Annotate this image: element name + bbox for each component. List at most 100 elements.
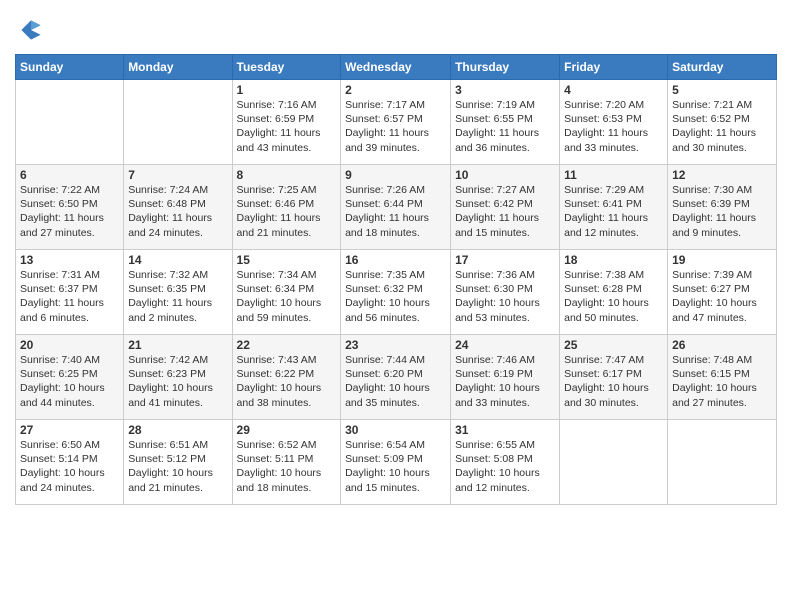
logo	[15, 14, 51, 46]
calendar-cell: 16Sunrise: 7:35 AM Sunset: 6:32 PM Dayli…	[341, 250, 451, 335]
day-info: Sunrise: 7:42 AM Sunset: 6:23 PM Dayligh…	[128, 353, 227, 410]
day-number: 4	[564, 83, 663, 97]
calendar-week-row: 27Sunrise: 6:50 AM Sunset: 5:14 PM Dayli…	[16, 420, 777, 505]
calendar-cell: 27Sunrise: 6:50 AM Sunset: 5:14 PM Dayli…	[16, 420, 124, 505]
day-info: Sunrise: 7:31 AM Sunset: 6:37 PM Dayligh…	[20, 268, 119, 325]
calendar-cell: 25Sunrise: 7:47 AM Sunset: 6:17 PM Dayli…	[560, 335, 668, 420]
calendar-cell: 13Sunrise: 7:31 AM Sunset: 6:37 PM Dayli…	[16, 250, 124, 335]
calendar-cell	[560, 420, 668, 505]
day-info: Sunrise: 7:21 AM Sunset: 6:52 PM Dayligh…	[672, 98, 772, 155]
day-info: Sunrise: 7:48 AM Sunset: 6:15 PM Dayligh…	[672, 353, 772, 410]
day-number: 8	[237, 168, 337, 182]
day-info: Sunrise: 7:38 AM Sunset: 6:28 PM Dayligh…	[564, 268, 663, 325]
calendar-cell: 2Sunrise: 7:17 AM Sunset: 6:57 PM Daylig…	[341, 80, 451, 165]
day-number: 30	[345, 423, 446, 437]
day-number: 5	[672, 83, 772, 97]
day-info: Sunrise: 7:47 AM Sunset: 6:17 PM Dayligh…	[564, 353, 663, 410]
day-info: Sunrise: 7:43 AM Sunset: 6:22 PM Dayligh…	[237, 353, 337, 410]
day-of-week-header: Saturday	[668, 55, 777, 80]
calendar-cell	[668, 420, 777, 505]
day-of-week-header: Monday	[124, 55, 232, 80]
day-info: Sunrise: 6:50 AM Sunset: 5:14 PM Dayligh…	[20, 438, 119, 495]
calendar-cell: 24Sunrise: 7:46 AM Sunset: 6:19 PM Dayli…	[451, 335, 560, 420]
day-number: 26	[672, 338, 772, 352]
day-number: 21	[128, 338, 227, 352]
day-info: Sunrise: 7:26 AM Sunset: 6:44 PM Dayligh…	[345, 183, 446, 240]
day-number: 25	[564, 338, 663, 352]
day-info: Sunrise: 7:44 AM Sunset: 6:20 PM Dayligh…	[345, 353, 446, 410]
day-info: Sunrise: 7:19 AM Sunset: 6:55 PM Dayligh…	[455, 98, 555, 155]
day-number: 29	[237, 423, 337, 437]
day-info: Sunrise: 7:27 AM Sunset: 6:42 PM Dayligh…	[455, 183, 555, 240]
calendar-week-row: 1Sunrise: 7:16 AM Sunset: 6:59 PM Daylig…	[16, 80, 777, 165]
day-info: Sunrise: 7:25 AM Sunset: 6:46 PM Dayligh…	[237, 183, 337, 240]
calendar-cell: 15Sunrise: 7:34 AM Sunset: 6:34 PM Dayli…	[232, 250, 341, 335]
day-number: 23	[345, 338, 446, 352]
calendar-cell: 4Sunrise: 7:20 AM Sunset: 6:53 PM Daylig…	[560, 80, 668, 165]
day-info: Sunrise: 7:32 AM Sunset: 6:35 PM Dayligh…	[128, 268, 227, 325]
header	[15, 10, 777, 46]
day-number: 27	[20, 423, 119, 437]
day-info: Sunrise: 7:22 AM Sunset: 6:50 PM Dayligh…	[20, 183, 119, 240]
calendar-week-row: 13Sunrise: 7:31 AM Sunset: 6:37 PM Dayli…	[16, 250, 777, 335]
day-number: 1	[237, 83, 337, 97]
day-number: 24	[455, 338, 555, 352]
day-number: 18	[564, 253, 663, 267]
day-of-week-header: Sunday	[16, 55, 124, 80]
day-info: Sunrise: 7:36 AM Sunset: 6:30 PM Dayligh…	[455, 268, 555, 325]
calendar-cell: 10Sunrise: 7:27 AM Sunset: 6:42 PM Dayli…	[451, 165, 560, 250]
day-info: Sunrise: 7:35 AM Sunset: 6:32 PM Dayligh…	[345, 268, 446, 325]
day-info: Sunrise: 7:30 AM Sunset: 6:39 PM Dayligh…	[672, 183, 772, 240]
day-info: Sunrise: 7:29 AM Sunset: 6:41 PM Dayligh…	[564, 183, 663, 240]
calendar-cell: 5Sunrise: 7:21 AM Sunset: 6:52 PM Daylig…	[668, 80, 777, 165]
day-number: 3	[455, 83, 555, 97]
calendar-cell: 9Sunrise: 7:26 AM Sunset: 6:44 PM Daylig…	[341, 165, 451, 250]
day-number: 22	[237, 338, 337, 352]
day-number: 2	[345, 83, 446, 97]
day-number: 20	[20, 338, 119, 352]
calendar-cell: 26Sunrise: 7:48 AM Sunset: 6:15 PM Dayli…	[668, 335, 777, 420]
day-info: Sunrise: 7:34 AM Sunset: 6:34 PM Dayligh…	[237, 268, 337, 325]
calendar-header-row: SundayMondayTuesdayWednesdayThursdayFrid…	[16, 55, 777, 80]
calendar-cell: 18Sunrise: 7:38 AM Sunset: 6:28 PM Dayli…	[560, 250, 668, 335]
day-number: 9	[345, 168, 446, 182]
calendar-cell: 29Sunrise: 6:52 AM Sunset: 5:11 PM Dayli…	[232, 420, 341, 505]
day-number: 7	[128, 168, 227, 182]
day-number: 6	[20, 168, 119, 182]
calendar-cell: 28Sunrise: 6:51 AM Sunset: 5:12 PM Dayli…	[124, 420, 232, 505]
logo-icon	[15, 14, 47, 46]
day-number: 28	[128, 423, 227, 437]
day-number: 10	[455, 168, 555, 182]
calendar-cell: 19Sunrise: 7:39 AM Sunset: 6:27 PM Dayli…	[668, 250, 777, 335]
calendar-cell: 21Sunrise: 7:42 AM Sunset: 6:23 PM Dayli…	[124, 335, 232, 420]
day-of-week-header: Wednesday	[341, 55, 451, 80]
calendar-cell: 23Sunrise: 7:44 AM Sunset: 6:20 PM Dayli…	[341, 335, 451, 420]
day-info: Sunrise: 7:16 AM Sunset: 6:59 PM Dayligh…	[237, 98, 337, 155]
calendar-cell: 31Sunrise: 6:55 AM Sunset: 5:08 PM Dayli…	[451, 420, 560, 505]
day-number: 11	[564, 168, 663, 182]
day-info: Sunrise: 7:39 AM Sunset: 6:27 PM Dayligh…	[672, 268, 772, 325]
calendar-cell: 7Sunrise: 7:24 AM Sunset: 6:48 PM Daylig…	[124, 165, 232, 250]
day-number: 16	[345, 253, 446, 267]
calendar-cell: 17Sunrise: 7:36 AM Sunset: 6:30 PM Dayli…	[451, 250, 560, 335]
calendar-cell: 6Sunrise: 7:22 AM Sunset: 6:50 PM Daylig…	[16, 165, 124, 250]
day-info: Sunrise: 7:17 AM Sunset: 6:57 PM Dayligh…	[345, 98, 446, 155]
calendar-cell	[124, 80, 232, 165]
calendar-cell: 8Sunrise: 7:25 AM Sunset: 6:46 PM Daylig…	[232, 165, 341, 250]
day-number: 13	[20, 253, 119, 267]
day-number: 31	[455, 423, 555, 437]
calendar-week-row: 20Sunrise: 7:40 AM Sunset: 6:25 PM Dayli…	[16, 335, 777, 420]
calendar-cell: 3Sunrise: 7:19 AM Sunset: 6:55 PM Daylig…	[451, 80, 560, 165]
calendar-cell: 1Sunrise: 7:16 AM Sunset: 6:59 PM Daylig…	[232, 80, 341, 165]
day-info: Sunrise: 6:55 AM Sunset: 5:08 PM Dayligh…	[455, 438, 555, 495]
calendar-cell	[16, 80, 124, 165]
calendar-week-row: 6Sunrise: 7:22 AM Sunset: 6:50 PM Daylig…	[16, 165, 777, 250]
page: SundayMondayTuesdayWednesdayThursdayFrid…	[0, 0, 792, 612]
calendar-cell: 11Sunrise: 7:29 AM Sunset: 6:41 PM Dayli…	[560, 165, 668, 250]
calendar-cell: 30Sunrise: 6:54 AM Sunset: 5:09 PM Dayli…	[341, 420, 451, 505]
calendar-cell: 22Sunrise: 7:43 AM Sunset: 6:22 PM Dayli…	[232, 335, 341, 420]
day-number: 19	[672, 253, 772, 267]
day-info: Sunrise: 7:40 AM Sunset: 6:25 PM Dayligh…	[20, 353, 119, 410]
calendar-cell: 20Sunrise: 7:40 AM Sunset: 6:25 PM Dayli…	[16, 335, 124, 420]
day-number: 12	[672, 168, 772, 182]
